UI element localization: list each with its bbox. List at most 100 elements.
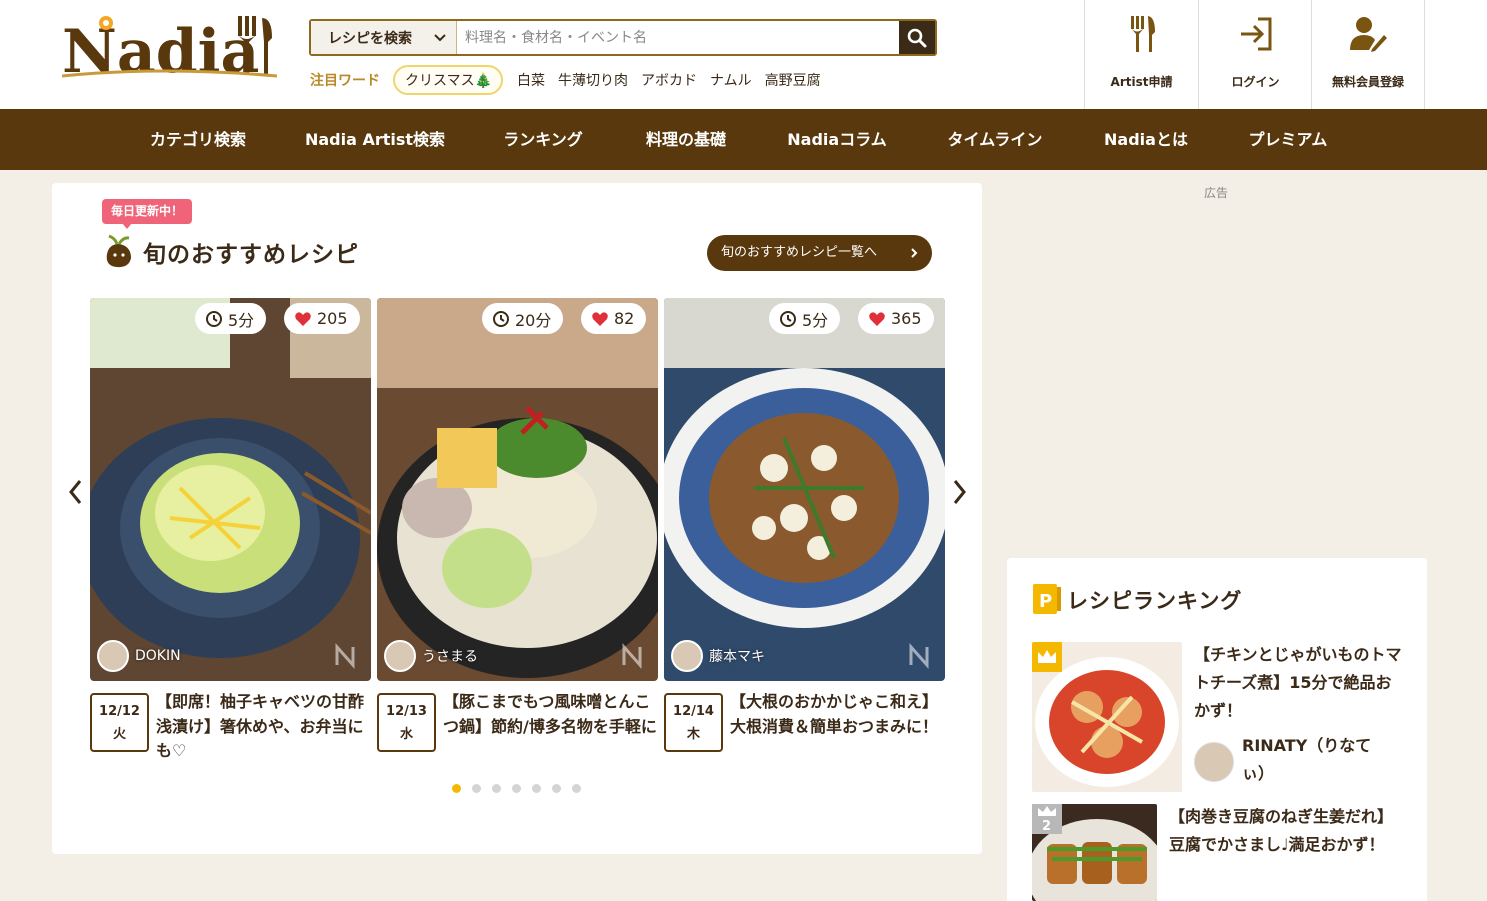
view-all-label: 旬のおすすめレシピ一覧へ — [721, 245, 878, 260]
nav-premium[interactable]: プレミアム — [1249, 109, 1328, 170]
like-count: 365 — [891, 309, 922, 328]
site-header: Nadia レシピを検索 注目ワード クリスマス🎄 白菜 牛薄切り肉 アボカド … — [0, 0, 1487, 109]
ranking-recipe-photo[interactable] — [1032, 642, 1182, 792]
artist-apply-label: Artist申請 — [1110, 75, 1173, 89]
view-all-recipes-button[interactable]: 旬のおすすめレシピ一覧へ — [707, 235, 932, 271]
search-type-select[interactable]: レシピを検索 — [311, 21, 457, 54]
recipe-author[interactable]: うさまる — [384, 640, 478, 672]
author-name: 藤本マキ — [709, 649, 765, 665]
nav-artist-search[interactable]: Nadia Artist検索 — [305, 109, 445, 170]
publish-day: 木 — [686, 727, 700, 742]
section-title: 旬のおすすめレシピ — [143, 242, 359, 268]
publish-date: 12/12 火 — [90, 693, 149, 752]
nav-cooking-basics[interactable]: 料理の基礎 — [646, 109, 726, 170]
artist-apply-button[interactable]: Artist申請 — [1084, 0, 1198, 109]
ranking-icon: P — [1033, 584, 1061, 614]
recipe-author[interactable]: 藤本マキ — [671, 640, 765, 672]
like-count-badge[interactable]: 82 — [581, 303, 647, 334]
chevron-right-icon — [911, 248, 918, 258]
trending-word-link[interactable]: 高野豆腐 — [765, 70, 821, 90]
recipe-card[interactable]: 5分 365 藤本マキ 12/14 木 【大根のおかかじゃこ和え】大根消費＆簡単… — [664, 298, 945, 752]
login-button[interactable]: ログイン — [1198, 0, 1312, 109]
fork-knife-icon — [1129, 16, 1155, 52]
login-label: ログイン — [1231, 75, 1280, 89]
recipe-author[interactable]: DOKIN — [97, 640, 181, 672]
like-count: 82 — [614, 309, 635, 328]
author-name: うさまる — [422, 649, 478, 665]
recipe-title[interactable]: 【大根のおかかじゃこ和え】大根消費＆簡単おつまみに！ — [730, 690, 945, 739]
author-name: RINATY（りなてぃ） — [1242, 736, 1372, 783]
ranking-recipe-title[interactable]: 【チキンとじゃがいものトマトチーズ煮】15分で絶品おかず！ — [1194, 641, 1404, 725]
signup-label: 無料会員登録 — [1331, 75, 1404, 89]
trending-word-link[interactable]: 白菜 — [517, 70, 545, 90]
search-button[interactable] — [899, 21, 935, 54]
cook-time-badge: 20分 — [482, 303, 564, 334]
pager-dot[interactable] — [552, 784, 561, 793]
author-avatar — [671, 640, 703, 672]
heart-icon — [592, 311, 608, 326]
recipe-photo[interactable]: 5分 365 藤本マキ — [664, 298, 945, 681]
trending-word-link[interactable]: ナムル — [710, 70, 752, 90]
author-name: DOKIN — [135, 648, 181, 664]
cook-time-badge: 5分 — [769, 303, 841, 334]
publish-date: 12/13 水 — [377, 693, 436, 752]
trending-words: 注目ワード クリスマス🎄 白菜 牛薄切り肉 アボカド ナムル 高野豆腐 — [310, 65, 834, 95]
recipe-title[interactable]: 【即席！柚子キャベツの甘酢浅漬け】箸休めや、お弁当にも♡ — [156, 690, 371, 764]
svg-text:P: P — [1039, 591, 1052, 612]
nav-category-search[interactable]: カテゴリ検索 — [150, 109, 246, 170]
trending-label: 注目ワード — [310, 73, 380, 89]
nav-ranking[interactable]: ランキング — [503, 109, 583, 170]
recipe-image — [664, 298, 945, 681]
trending-word-link[interactable]: アボカド — [641, 70, 697, 90]
publish-date-value: 12/12 — [99, 704, 140, 719]
rank-1-badge — [1032, 642, 1062, 672]
nav-timeline[interactable]: タイムライン — [948, 109, 1043, 170]
recipe-image — [90, 298, 371, 681]
recipe-card[interactable]: 5分 205 DOKIN 12/12 火 【即席！柚子キャベツの甘酢浅漬け】箸休… — [90, 298, 371, 760]
cook-time-badge: 5分 — [195, 303, 267, 334]
svg-text:Nadia: Nadia — [62, 17, 259, 78]
like-count: 205 — [317, 309, 348, 328]
pager-dot[interactable] — [572, 784, 581, 793]
search-type-label: レシピを検索 — [328, 30, 412, 47]
pager-dot[interactable] — [512, 784, 521, 793]
signup-button[interactable]: 無料会員登録 — [1311, 0, 1425, 109]
like-count-badge[interactable]: 205 — [284, 303, 360, 334]
search-input[interactable] — [457, 21, 899, 54]
trending-word-link[interactable]: 牛薄切り肉 — [558, 70, 628, 90]
heart-icon — [295, 311, 311, 326]
recipe-card[interactable]: 20分 82 うさまる 12/13 水 【豚こまでもつ風味噌とんこつ鍋】節約/博… — [377, 298, 658, 752]
publish-day: 火 — [112, 727, 126, 742]
author-avatar — [97, 640, 129, 672]
nadia-watermark-icon — [909, 643, 929, 669]
cook-time: 20分 — [515, 310, 552, 330]
clock-icon — [493, 310, 509, 327]
pager-dot[interactable] — [472, 784, 481, 793]
recipe-photo[interactable]: 20分 82 うさまる — [377, 298, 658, 681]
pager-dot[interactable] — [452, 784, 461, 793]
pager-dot[interactable] — [532, 784, 541, 793]
recipe-title[interactable]: 【豚こまでもつ風味噌とんこつ鍋】節約/博多名物を手軽に — [443, 690, 658, 739]
nadia-watermark-icon — [622, 643, 642, 669]
clock-icon — [780, 310, 796, 327]
like-count-badge[interactable]: 365 — [858, 303, 934, 334]
pager-dot[interactable] — [492, 784, 501, 793]
nadia-logo[interactable]: Nadia — [62, 14, 277, 78]
recipe-photo[interactable]: 5分 205 DOKIN — [90, 298, 371, 681]
carousel-prev-button[interactable] — [67, 478, 85, 506]
ranking-recipe-title[interactable]: 【肉巻き豆腐のねぎ生姜だれ】豆腐でかさまし♩満足おかず！ — [1169, 803, 1404, 859]
recipe-image — [377, 298, 658, 681]
trending-highlight-link[interactable]: クリスマス🎄 — [393, 65, 504, 95]
publish-date-value: 12/13 — [386, 704, 427, 719]
clock-icon — [206, 310, 222, 327]
nav-about[interactable]: Nadiaとは — [1104, 109, 1188, 170]
nav-column[interactable]: Nadiaコラム — [787, 109, 886, 170]
vegetable-icon — [106, 234, 131, 268]
daily-update-badge: 毎日更新中！ — [102, 199, 193, 229]
cook-time: 5分 — [802, 310, 829, 330]
ranking-recipe-author[interactable]: RINATY（りなてぃ） — [1194, 732, 1392, 788]
ranking-recipe-photo[interactable]: 2 — [1032, 804, 1157, 901]
carousel-next-button[interactable] — [950, 478, 968, 506]
search-icon — [907, 28, 927, 47]
login-icon — [1240, 17, 1271, 51]
